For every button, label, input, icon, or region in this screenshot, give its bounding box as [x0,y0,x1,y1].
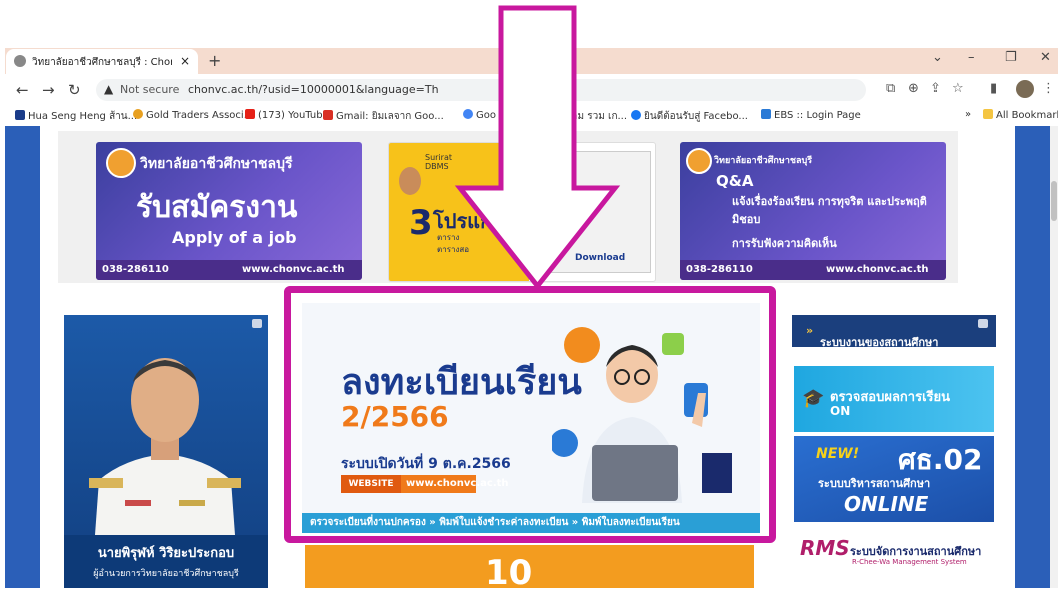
ts02-online: ONLINE [844,492,929,516]
url-text[interactable]: chonvc.ac.th/?usid=10000001&language=Th [188,83,439,96]
tab-search-icon[interactable]: ⌄ [932,50,943,65]
presenter-photo [399,167,421,195]
apply-job-banner[interactable]: วิทยาลัยอาชีวศึกษาชลบุรี รับสมัครงาน App… [96,142,362,280]
rms-logo: RMS [800,536,850,560]
program-number: 3 [409,203,433,243]
phone-number: 038-286110 [686,264,753,275]
translate-icon[interactable]: ⧉ [886,81,895,96]
website-text: www.chonvc.ac.th [826,264,929,275]
tab-title: วิทยาลัยอาชีวศึกษาชลบุรี : Chonvc : [32,57,172,68]
warning-icon: ▲ [104,82,114,96]
grade-check-link[interactable]: 🎓 ตรวจสอบผลการเรียน ON [794,366,994,432]
address-bar[interactable]: ▲ Not secure chonvc.ac.th/?usid=10000001… [96,79,866,101]
rms-link[interactable]: RMS ระบบจัดการงานสถานศึกษา R-Chee-Wa Man… [794,528,994,588]
minimize-panel-icon[interactable] [252,319,262,328]
rms-sub: R-Chee-Wa Management System [852,558,967,566]
ts02-link[interactable]: NEW! ศธ.02 ระบบบริหารสถานศึกษา ONLINE [794,436,994,522]
bookmark-item[interactable]: Gmail: ยิมเลจาก Goo... [323,109,444,124]
school-name: วิทยาลัยอาชีวศึกษาชลบุรี [140,156,293,172]
program-banner[interactable]: Surirat DBMS 3 โปรแกร ตาราง ตารางสอ Down… [388,142,656,282]
folder-icon [983,109,993,119]
all-bookmarks-button[interactable]: All Bookmarks [983,109,1058,121]
qa-banner[interactable]: วิทยาลัยอาชีวศึกษาชลบุรี Q&A แจ้งเรื่องร… [680,142,946,280]
school-logo-icon [106,148,136,178]
chevron-right-icon: » [806,324,814,337]
bookmark-favicon-icon [761,109,771,119]
minimize-icon[interactable]: – [968,50,975,65]
scrollbar-thumb[interactable] [1051,181,1057,221]
close-window-icon[interactable]: ✕ [1040,50,1051,65]
qa-item-3: การรับฟังความคิดเห็น [732,237,837,250]
sidebar-header-text: ระบบงานของสถานศึกษา [820,336,939,349]
banner-footer: 038-286110 www.chonvc.ac.th [680,260,946,280]
bookmark-item[interactable]: ตอม รวม เก... [565,109,627,124]
school-name: วิทยาลัยอาชีวศึกษาชลบุรี [714,156,813,166]
site-favicon-icon [14,55,26,67]
bottom-banner-number: 10 [485,553,533,593]
bookmark-item[interactable]: EBS :: Login Page [761,109,861,121]
highlight-box [284,286,776,543]
zoom-icon[interactable]: ⊕ [908,81,919,96]
bookmark-item[interactable]: Hua Seng Heng ส้าน... [15,109,137,124]
bookmark-favicon-icon [15,110,25,120]
bottom-banner[interactable]: 10 [305,545,754,593]
sidebar-header-title: » ระบบงานของสถานศึกษา [806,324,939,349]
website-text: www.chonvc.ac.th [242,264,345,275]
director-caption: นายพิรุฬห์ วิริยะประกอบ ผู้อำนวยการวิทยา… [64,535,268,588]
program-line2: ตารางสอ [437,245,470,254]
scrollbar[interactable] [1050,126,1058,588]
bookmark-item[interactable]: Goo [463,109,496,121]
program-brand: Surirat DBMS [425,153,452,171]
reload-icon[interactable]: ↻ [68,81,81,99]
banner-footer: 038-286110 www.chonvc.ac.th [96,260,362,280]
school-logo-icon [686,148,712,174]
grade-check-sub: ON [830,404,851,418]
share-icon[interactable]: ⇪ [930,81,941,96]
bookmark-item[interactable]: ยินดีต้อนรับสู่ Facebo... [631,109,748,124]
more-bookmarks-icon[interactable]: » [965,109,971,120]
bookmark-item[interactable]: (173) YouTube [245,109,329,121]
close-tab-icon[interactable]: × [180,54,190,68]
minimize-panel-icon[interactable] [978,319,988,328]
qa-item-1: Q&A [716,172,754,190]
browser-tab[interactable]: วิทยาลัยอาชีวศึกษาชลบุรี : Chonvc : × [6,49,198,74]
sidebar-header: » ระบบงานของสถานศึกษา [792,315,996,349]
bookmark-favicon-icon [133,109,143,119]
youtube-icon [245,109,255,119]
director-title: ผู้อำนวยการวิทยาลัยอาชีวศึกษาชลบุรี [93,569,239,579]
download-label: Download [575,253,626,263]
facebook-icon [631,110,641,120]
apply-heading: รับสมัครงาน [136,190,298,225]
bookmark-star-icon[interactable]: ☆ [952,81,964,96]
restore-icon[interactable]: ❐ [1005,50,1017,65]
profile-avatar[interactable] [1016,80,1034,98]
ts02-desc: ระบบบริหารสถานศึกษา [818,477,931,490]
new-tab-button[interactable]: + [208,51,221,70]
bookmark-item[interactable]: Gold Traders Associ... [133,109,253,121]
menu-icon[interactable]: ⋮ [1042,81,1055,96]
not-secure-label[interactable]: Not secure [120,83,179,96]
graduation-cap-icon: 🎓 [802,388,825,409]
qa-item-2: แจ้งเรื่องร้องเรียน การทุจริต และประพฤติ… [732,195,927,226]
gmail-icon [323,110,333,120]
director-name: นายพิรุฬห์ วิริยะประกอบ [97,546,235,561]
side-panel-icon[interactable]: ▮ [990,81,997,96]
forward-icon[interactable]: → [42,81,55,99]
google-icon [463,109,473,119]
bookmarks-bar: Hua Seng Heng ส้าน... Gold Traders Assoc… [5,104,1058,127]
apply-sub: Apply of a job [172,228,297,247]
back-icon[interactable]: ← [16,81,29,99]
new-badge: NEW! [816,446,860,462]
director-photo [89,358,241,535]
phone-number: 038-286110 [102,264,169,275]
